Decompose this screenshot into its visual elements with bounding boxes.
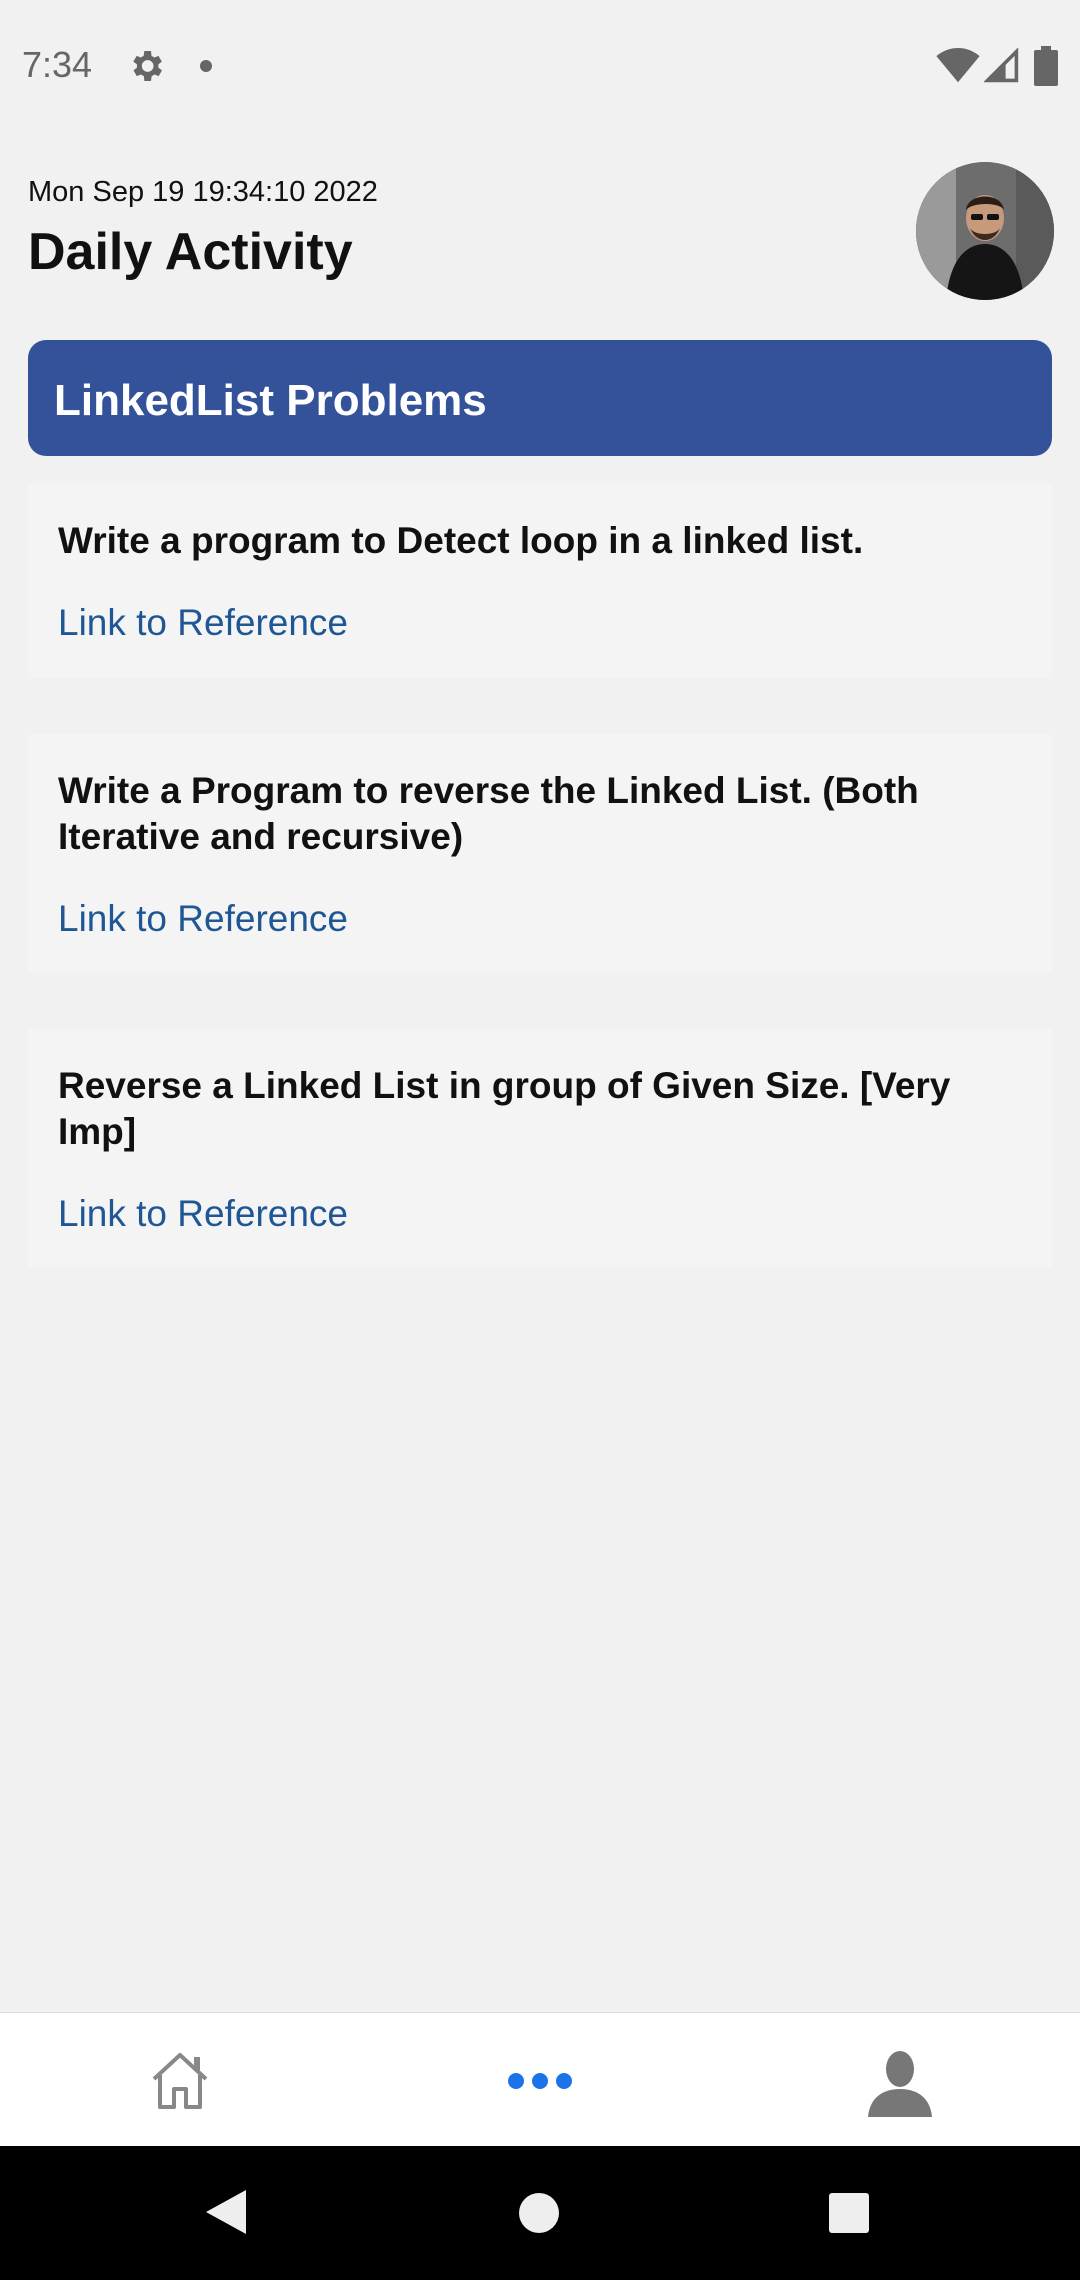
wifi-icon [936,48,980,83]
reference-link[interactable]: Link to Reference [58,898,348,940]
status-time: 7:34 [22,44,93,85]
notification-dot-icon [200,60,212,72]
home-circle-icon[interactable] [518,2192,560,2234]
more-icon[interactable] [506,2061,574,2101]
date-text: Mon Sep 19 19:34:10 2022 [28,176,378,208]
gear-icon [133,51,162,81]
back-icon[interactable] [202,2186,250,2238]
problem-card: Write a program to Detect loop in a link… [28,484,1052,678]
recents-icon[interactable] [828,2192,870,2234]
problem-question: Write a program to Detect loop in a link… [58,520,864,561]
problem-card: Write a Program to reverse the Linked Li… [28,734,1052,972]
page-title: Daily Activity [28,223,353,281]
reference-link[interactable]: Link to Reference [58,602,348,644]
battery-icon [1034,46,1058,86]
category-title: LinkedList Problems [54,376,487,425]
screen: 7:34 Mon Sep 19 19:34:10 2022 Daily Acti… [0,0,1080,2280]
bottom-nav [0,2012,1080,2146]
problem-card: Reverse a Linked List in group of Given … [28,1029,1052,1267]
home-icon[interactable] [148,2049,212,2113]
avatar-photo [916,162,1054,300]
avatar[interactable] [916,162,1054,300]
profile-icon[interactable] [866,2047,934,2117]
status-bar: 7:34 [0,0,1080,136]
signal-icon [984,48,1019,83]
reference-link[interactable]: Link to Reference [58,1193,348,1235]
system-nav-bar [0,2146,1080,2280]
category-banner[interactable]: LinkedList Problems [28,340,1052,456]
problem-question: Write a Program to reverse the Linked Li… [58,770,919,857]
problem-question: Reverse a Linked List in group of Given … [58,1065,951,1152]
